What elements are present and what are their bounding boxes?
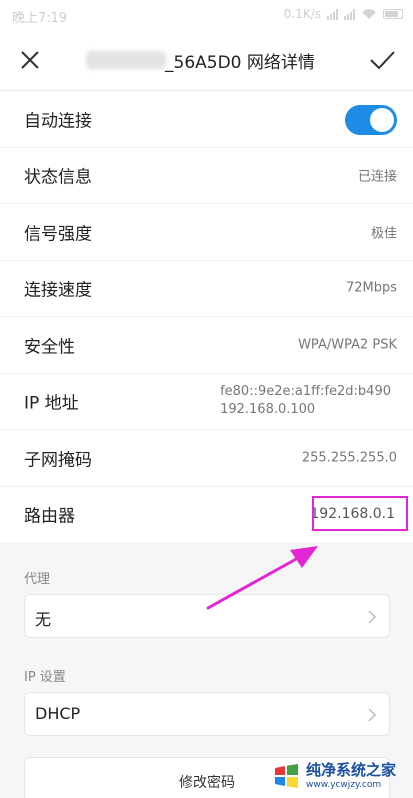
proxy-section-label: 代理 [24, 572, 51, 587]
network-details-list: 自动连接 状态信息 已连接 信号强度 极佳 连接速度 72Mbps 安全性 WP… [0, 90, 413, 542]
windows-logo-icon [275, 764, 298, 788]
ip-settings-select[interactable]: DHCP [24, 692, 390, 736]
proxy-value: 无 [35, 610, 52, 629]
blurred-network-name [86, 51, 166, 69]
speed-row: 连接速度 72Mbps [0, 259, 413, 317]
ipv4-address: 192.168.0.100 [220, 402, 316, 418]
status-row: 状态信息 已连接 [0, 146, 413, 204]
auto-connect-row: 自动连接 [0, 90, 413, 147]
signal-icon [327, 8, 338, 20]
page-title: _56A5D0 网络详情 [165, 48, 315, 73]
title-bar: _56A5D0 网络详情 [0, 30, 413, 90]
signal-value: 极佳 [370, 226, 397, 242]
router-label: 路由器 [24, 506, 75, 527]
ip-value: fe80::9e2e:a1ff:fe2d:b490 192.168.0.100 [220, 383, 391, 419]
chevron-right-icon [368, 610, 377, 624]
security-row: 安全性 WPA/WPA2 PSK [0, 316, 413, 373]
title-label: 网络详情 [246, 53, 315, 73]
signal-row: 信号强度 极佳 [0, 203, 413, 260]
ip-row: IP 地址 fe80::9e2e:a1ff:fe2d:b490 192.168.… [0, 372, 413, 430]
auto-connect-label: 自动连接 [24, 111, 92, 132]
signal-icon-2 [344, 8, 355, 20]
watermark-url: www.ycwjzy.com [306, 779, 382, 790]
status-time: 晚上7:19 [12, 11, 68, 26]
security-label: 安全性 [24, 337, 75, 358]
network-speed: 0.1K/s [283, 7, 321, 21]
close-icon[interactable] [16, 46, 44, 74]
toggle-knob [370, 108, 394, 132]
security-value: WPA/WPA2 PSK [298, 337, 397, 353]
ip-label: IP 地址 [24, 393, 79, 414]
speed-value: 72Mbps [345, 280, 397, 296]
subnet-row: 子网掩码 255.255.255.0 [0, 429, 413, 486]
ip-settings-value: DHCP [35, 704, 81, 723]
network-name: _56A5D0 [165, 53, 242, 73]
battery-icon [383, 9, 403, 19]
subnet-label: 子网掩码 [24, 450, 92, 471]
auto-connect-toggle[interactable] [345, 105, 397, 135]
signal-label: 信号强度 [24, 224, 92, 245]
wifi-icon [362, 9, 376, 19]
watermark-title: 纯净系统之家 [306, 760, 397, 779]
ipv6-address: fe80::9e2e:a1ff:fe2d:b490 [220, 384, 391, 400]
check-icon[interactable] [367, 46, 397, 74]
proxy-select[interactable]: 无 [24, 594, 390, 638]
status-icons: 0.1K/s [284, 7, 403, 21]
site-watermark: 纯净系统之家 www.ycwjzy.com [272, 758, 407, 794]
status-bar: 晚上7:19 0.1K/s [0, 0, 413, 30]
status-label: 状态信息 [24, 167, 92, 188]
router-highlight-box [312, 496, 408, 531]
watermark-text: 纯净系统之家 www.ycwjzy.com [306, 760, 397, 790]
speed-label: 连接速度 [24, 280, 92, 301]
chevron-right-icon [368, 708, 377, 722]
ip-settings-section-label: IP 设置 [24, 670, 66, 685]
status-value: 已连接 [357, 169, 397, 185]
subnet-value: 255.255.255.0 [301, 450, 397, 466]
